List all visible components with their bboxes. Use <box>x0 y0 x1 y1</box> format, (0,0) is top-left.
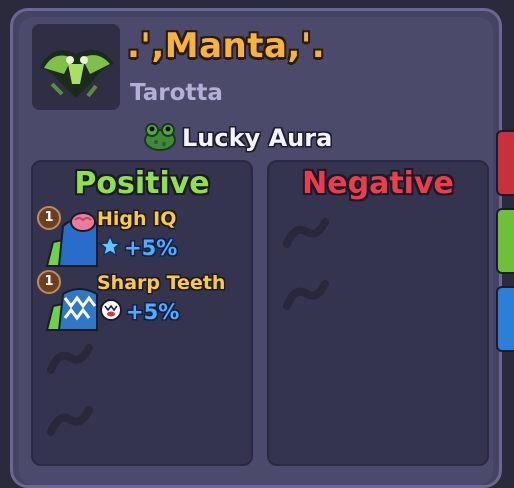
bonus-value: +5% <box>124 236 178 260</box>
aura-label: Lucky Aura <box>182 124 333 152</box>
pet-name: .',Manta,'. <box>127 26 326 66</box>
frog-icon <box>142 120 178 156</box>
positive-traits-panel: Positive 1 High IQ +5% 1 Sharp Teeth +5% <box>31 160 253 466</box>
trait-high-iq[interactable]: 1 High IQ +5% <box>37 204 247 268</box>
rank-badge: 1 <box>37 270 61 294</box>
aura-row: Lucky Aura <box>142 120 332 156</box>
side-tab-green[interactable] <box>496 208 514 274</box>
manta-pet-icon <box>32 24 120 110</box>
empty-slot-icon <box>283 218 329 248</box>
trait-bonus: +5% <box>98 234 178 262</box>
empty-slot-icon <box>47 406 93 436</box>
trait-name: Sharp Teeth <box>97 272 226 294</box>
trait-bonus: +5% <box>99 298 179 326</box>
trait-sharp-teeth[interactable]: 1 Sharp Teeth +5% <box>37 268 247 332</box>
star-icon <box>98 234 122 261</box>
rank-badge: 1 <box>37 206 61 230</box>
positive-heading: Positive <box>74 166 210 201</box>
empty-slot-icon <box>47 344 93 374</box>
empty-slot-icon <box>283 280 329 310</box>
side-tab-blue[interactable] <box>496 286 514 352</box>
bonus-value: +5% <box>126 300 180 324</box>
negative-heading: Negative <box>302 166 454 201</box>
side-tab-red[interactable] <box>496 130 514 196</box>
pet-species: Tarotta <box>130 80 223 106</box>
negative-traits-panel: Negative <box>267 160 489 466</box>
trait-name: High IQ <box>97 208 177 230</box>
bite-icon <box>99 298 123 326</box>
